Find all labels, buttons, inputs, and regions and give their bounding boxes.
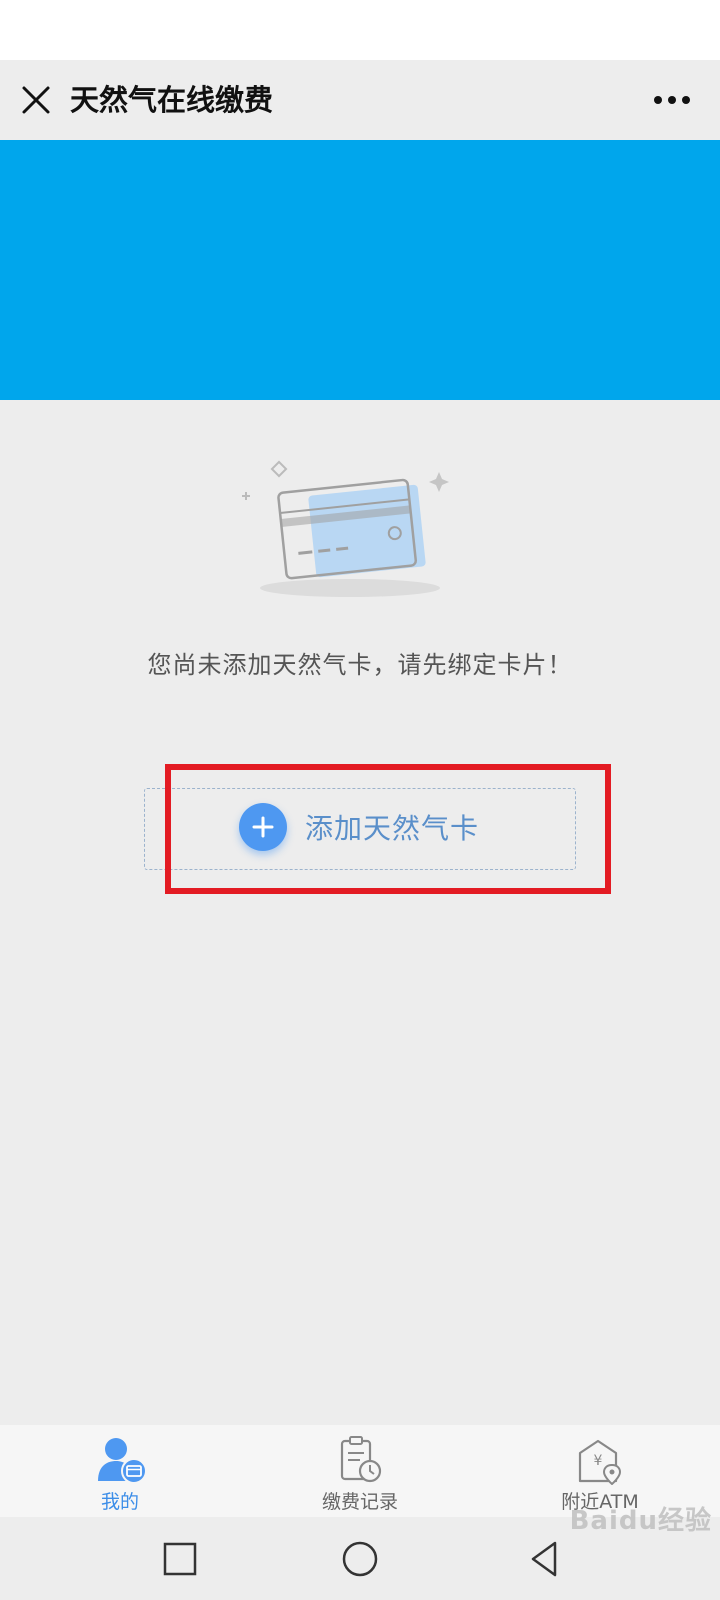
empty-card-illustration [242, 460, 449, 597]
banner [0, 140, 720, 400]
home-icon[interactable] [340, 1539, 380, 1579]
add-card-content: 添加天然气卡 [239, 803, 479, 851]
tab-label: 我的 [100, 1491, 139, 1513]
status-bar [0, 0, 720, 60]
back-icon[interactable] [525, 1539, 565, 1579]
svg-text:¥: ¥ [594, 1453, 603, 1469]
recent-apps-icon[interactable] [160, 1539, 200, 1579]
add-card-label: 添加天然气卡 [305, 812, 480, 845]
title-bar: 天然气在线缴费 [0, 60, 720, 140]
empty-state-message: 您尚未添加天然气卡，请先绑定卡片！ [147, 651, 573, 679]
tab-payment-records[interactable]: 缴费记录 [260, 1425, 460, 1517]
more-options-icon[interactable] [650, 82, 694, 118]
tab-label: 缴费记录 [321, 1491, 398, 1513]
user-card-icon [98, 1438, 146, 1484]
page-title: 天然气在线缴费 [70, 83, 274, 117]
baidu-watermark: Baidu经验 [569, 1506, 712, 1536]
plus-icon [239, 803, 287, 851]
tab-mine[interactable]: 我的 [20, 1425, 220, 1517]
close-icon[interactable] [18, 82, 54, 118]
payment-record-icon [340, 1436, 382, 1483]
add-card-button[interactable]: 添加天然气卡 [144, 788, 576, 870]
atm-location-icon: ¥ [578, 1439, 622, 1485]
